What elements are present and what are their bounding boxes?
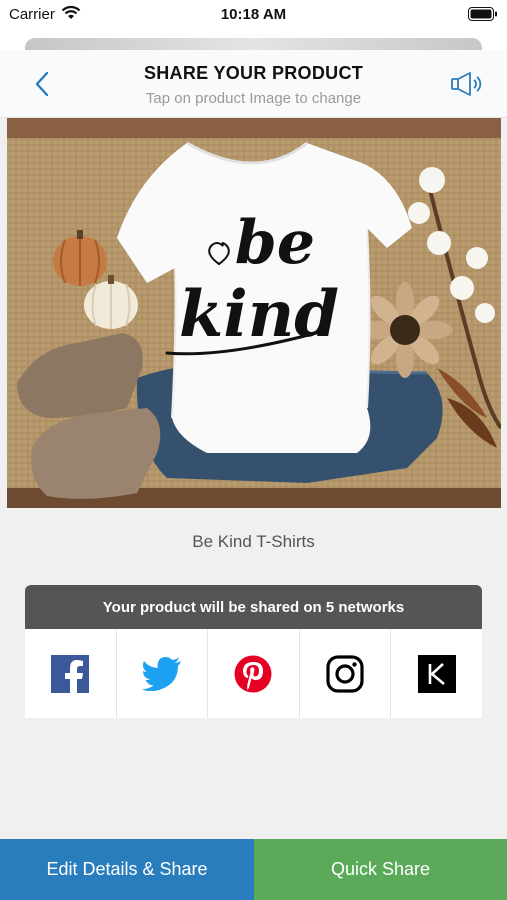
network-facebook[interactable]: [25, 629, 117, 718]
edit-details-share-button[interactable]: Edit Details & Share: [0, 839, 254, 900]
shirt-text-kind: kind: [179, 277, 339, 352]
twitter-icon: [141, 656, 181, 691]
megaphone-icon: [451, 72, 482, 96]
k-icon: [417, 654, 456, 693]
status-bar: Carrier 10:18 AM: [0, 0, 507, 30]
quick-share-button[interactable]: Quick Share: [254, 839, 507, 900]
back-button[interactable]: [28, 66, 56, 102]
product-name: Be Kind T-Shirts: [192, 532, 315, 551]
product-image[interactable]: be kind: [7, 118, 501, 508]
share-networks-header: Your product will be shared on 5 network…: [25, 585, 482, 629]
network-instagram[interactable]: [299, 629, 392, 718]
pinterest-icon: [234, 655, 272, 692]
page-subtitle: Tap on product Image to change: [145, 90, 362, 107]
network-k[interactable]: [391, 629, 482, 718]
instagram-icon: [326, 654, 364, 693]
shirt-text-be: be: [235, 208, 315, 278]
networks-row: [25, 629, 482, 718]
page-title: SHARE YOUR PRODUCT: [143, 63, 364, 83]
nav-header: SHARE YOUR PRODUCT Tap on product Image …: [0, 50, 507, 118]
network-twitter[interactable]: [116, 629, 209, 718]
chevron-left-icon: [35, 71, 49, 97]
status-time: 10:18 AM: [220, 6, 287, 23]
megaphone-button[interactable]: [447, 66, 487, 102]
battery-icon: [468, 7, 498, 21]
bottom-action-bar: Edit Details & Share Quick Share: [0, 839, 507, 900]
facebook-icon: [51, 654, 90, 693]
network-pinterest[interactable]: [208, 629, 300, 718]
